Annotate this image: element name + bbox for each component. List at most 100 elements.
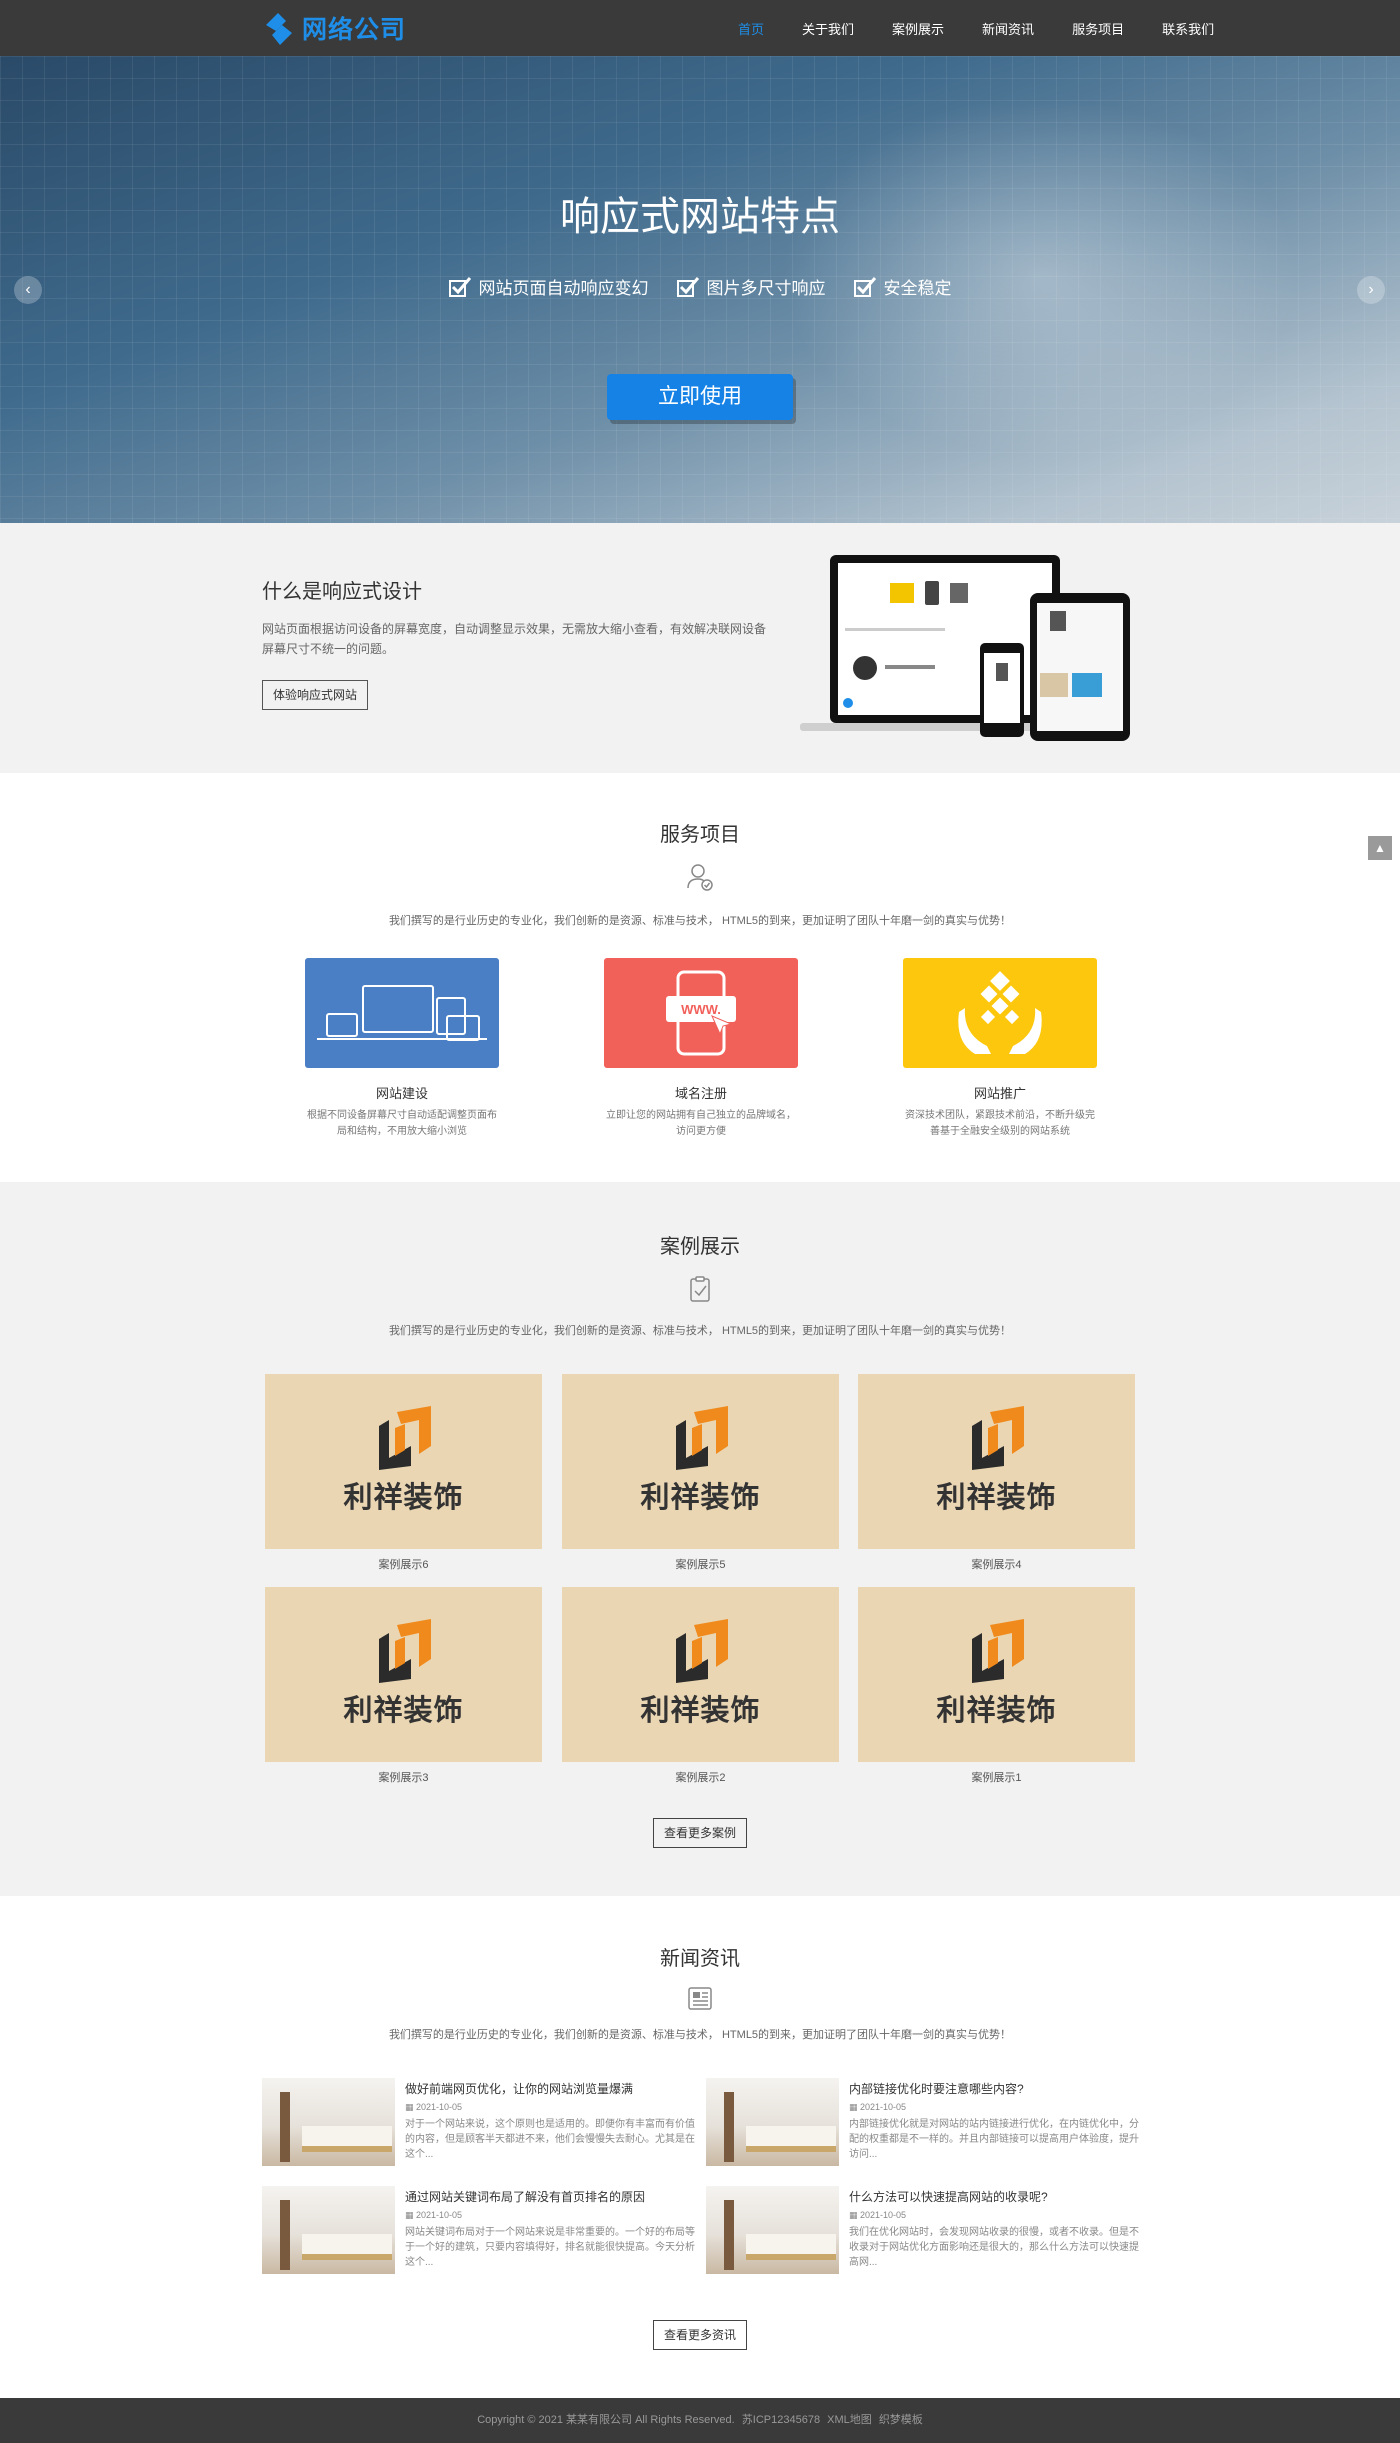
case-label[interactable]: 案例展示2 [562,1769,839,1785]
case-card[interactable]: 利祥装饰 [562,1587,839,1762]
site-footer: Copyright © 2021 某某有限公司 All Rights Reser… [0,2398,1400,2443]
services-title: 服务项目 [660,824,740,846]
nav-services[interactable]: 服务项目 [1072,19,1124,38]
checkbox-icon [676,276,699,297]
news-item-date: ▦ 2021-10-05 [849,2210,907,2220]
nav-home[interactable]: 首页 [738,19,764,38]
service-card-domain[interactable]: WWW. [604,958,798,1068]
footer-sitemap-link[interactable]: XML地图 [827,2414,872,2426]
news-thumbnail[interactable] [706,2078,839,2166]
hands-cubes-icon [958,971,1042,1054]
case-brand: 利祥装饰 [640,1482,761,1514]
case-brand-logo [972,1406,1024,1470]
service-name: 网站建设 [375,1086,428,1101]
hero-title: 响应式网站特点 [560,195,840,239]
devices-illustration [800,555,1130,741]
news-item-date: ▦ 2021-10-05 [405,2102,463,2112]
footer-icp-link[interactable]: 苏ICP12345678 [742,2414,820,2426]
more-cases-button[interactable]: 查看更多案例 [653,1818,747,1848]
hero-banner: 响应式网站特点 网站页面自动响应变幻 图片多尺寸响应 安全稳定 立即使用 ‹ › [0,56,1400,523]
news-item-title[interactable]: 内部链接优化时要注意哪些内容? [849,2080,1139,2097]
news-item-title[interactable]: 什么方法可以快速提高网站的收录呢? [849,2188,1139,2205]
case-card[interactable]: 利祥装饰 [265,1587,542,1762]
news-item[interactable]: 什么方法可以快速提高网站的收录呢? ▦ 2021-10-05 我们在优化网站时，… [706,2186,1139,2274]
nav-contact[interactable]: 联系我们 [1162,19,1214,38]
news-thumbnail[interactable] [706,2186,839,2274]
news-item[interactable]: 通过网站关键词布局了解没有首页排名的原因 ▦ 2021-10-05 网站关键词布… [262,2186,695,2274]
news-item[interactable]: 内部链接优化时要注意哪些内容? ▦ 2021-10-05 内部链接优化就是对网站… [706,2078,1139,2166]
news-item-excerpt: 内部链接优化就是对网站的站内链接进行优化，在内链优化中，分配的权重都是不一样的。… [849,2119,1139,2160]
news-item-title[interactable]: 通过网站关键词布局了解没有首页排名的原因 [405,2188,695,2205]
feature-text: 安全稳定 [883,279,952,298]
news-item-date: ▦ 2021-10-05 [849,2102,907,2112]
feature-item: 网站页面自动响应变幻 [448,274,649,299]
case-label[interactable]: 案例展示6 [265,1556,542,1572]
checkbox-icon [853,276,876,297]
case-brand: 利祥装饰 [936,1695,1057,1727]
hero-features: 网站页面自动响应变幻 图片多尺寸响应 安全稳定 [0,274,1400,299]
nav-news[interactable]: 新闻资讯 [982,19,1034,38]
news-item-excerpt: 我们在优化网站时，会发现网站收录的很慢，或者不收录。但是不收录对于网站优化方面影… [849,2227,1139,2268]
news-date-text: 2021-10-05 [416,2102,463,2112]
cases-title: 案例展示 [660,1236,740,1258]
news-thumbnail[interactable] [262,2078,395,2166]
service-desc: 资深技术团队，紧跟技术前沿，不断升级完善基于全融安全级别的网站系统 [905,1110,1095,1137]
case-label[interactable]: 案例展示1 [858,1769,1135,1785]
news-item-title[interactable]: 做好前端网页优化，让你的网站浏览量爆满 [405,2080,695,2097]
news-thumbnail[interactable] [262,2186,395,2274]
chevron-right-icon[interactable]: › [1357,276,1385,304]
try-responsive-button[interactable]: 体验响应式网站 [262,680,368,710]
news-item-date: ▦ 2021-10-05 [405,2210,463,2220]
responsive-section: 什么是响应式设计 网站页面根据访问设备的屏幕宽度，自动调整显示效果，无需放大缩小… [0,523,1400,773]
case-brand: 利祥装饰 [640,1695,761,1727]
case-card[interactable]: 利祥装饰 [265,1374,542,1549]
service-name: 域名注册 [674,1086,727,1101]
case-brand: 利祥装饰 [936,1482,1057,1514]
case-brand-logo [379,1619,431,1683]
case-brand-logo [379,1406,431,1470]
devices-icon [317,985,487,1041]
case-brand-logo [676,1406,728,1470]
responsive-title: 什么是响应式设计 [262,581,422,603]
case-card[interactable]: 利祥装饰 [562,1374,839,1549]
services-subtitle: 我们撰写的是行业历史的专业化，我们创新的是资源、标准与技术， HTML5的到来，… [388,915,1012,927]
service-desc: 根据不同设备屏幕尺寸自动适配调整页面布局和结构，不用放大缩小浏览 [307,1110,497,1137]
logo[interactable]: 网络公司 [262,10,406,46]
feature-item: 图片多尺寸响应 [676,274,826,299]
case-label[interactable]: 案例展示4 [858,1556,1135,1572]
service-desc: 立即让您的网站拥有自己独立的品牌域名，访问更方便 [606,1110,796,1137]
case-brand-logo [972,1619,1024,1683]
logo-mark-icon [266,13,292,45]
case-label[interactable]: 案例展示3 [265,1769,542,1785]
news-item-excerpt: 对于一个网站来说，这个原则也是适用的。即便你有丰富而有价值的内容，但是顾客半天都… [405,2119,695,2160]
case-brand: 利祥装饰 [343,1695,464,1727]
case-card[interactable]: 利祥装饰 [858,1587,1135,1762]
svg-text:WWW.: WWW. [681,1002,721,1017]
cases-subtitle: 我们撰写的是行业历史的专业化，我们创新的是资源、标准与技术， HTML5的到来，… [388,1325,1012,1337]
logo-text: 网络公司 [302,16,407,44]
nav-cases[interactable]: 案例展示 [892,19,944,38]
case-card[interactable]: 利祥装饰 [858,1374,1135,1549]
more-news-button[interactable]: 查看更多资讯 [653,2320,747,2350]
service-name: 网站推广 [973,1086,1026,1101]
news-item[interactable]: 做好前端网页优化，让你的网站浏览量爆满 ▦ 2021-10-05 对于一个网站来… [262,2078,695,2166]
site-header: 网络公司 首页 关于我们 案例展示 新闻资讯 服务项目 联系我们 [0,0,1400,56]
news-date-text: 2021-10-05 [860,2210,907,2220]
case-brand: 利祥装饰 [343,1482,464,1514]
main-nav: 首页 关于我们 案例展示 新闻资讯 服务项目 联系我们 [700,0,1214,56]
footer-copyright: Copyright © 2021 某某有限公司 All Rights Reser… [477,2414,735,2426]
service-person-icon [687,864,713,891]
service-card-promote[interactable] [903,958,1097,1068]
cta-button[interactable]: 立即使用 [607,374,793,420]
news-date-text: 2021-10-05 [416,2210,463,2220]
clipboard-icon [690,1276,710,1302]
responsive-desc: 网站页面根据访问设备的屏幕宽度，自动调整显示效果，无需放大缩小查看，有效解决联网… [262,622,767,656]
case-label[interactable]: 案例展示5 [562,1556,839,1572]
phone-www-icon: WWW. [666,970,736,1056]
news-title: 新闻资讯 [660,1948,740,1970]
service-card-web[interactable] [305,958,499,1068]
chevron-left-icon[interactable]: ‹ [14,276,42,304]
footer-template-link[interactable]: 织梦模板 [879,2414,923,2426]
news-subtitle: 我们撰写的是行业历史的专业化，我们创新的是资源、标准与技术， HTML5的到来，… [388,2029,1012,2041]
nav-about[interactable]: 关于我们 [802,19,854,38]
